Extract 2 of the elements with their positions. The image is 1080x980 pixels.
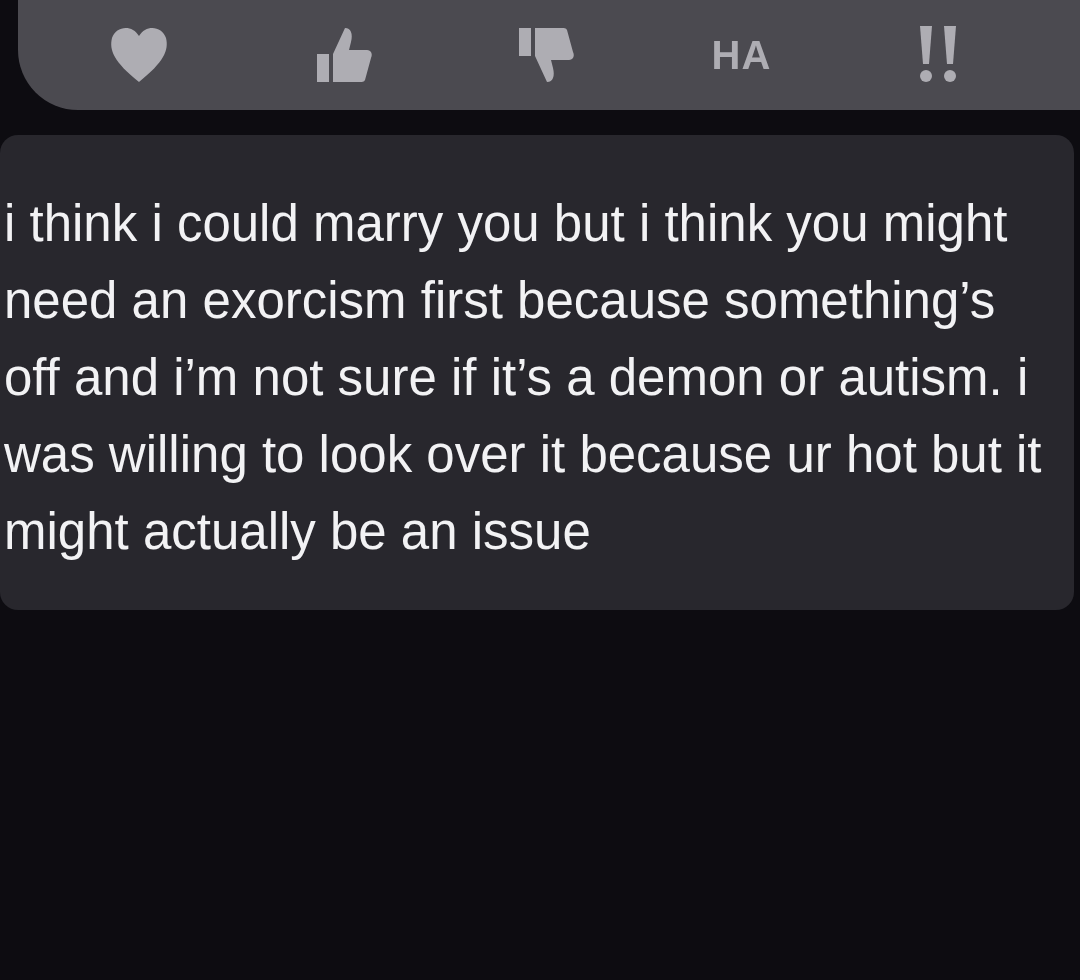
haha-reaction[interactable]: HA (711, 32, 772, 78)
message-text: i think i could marry you but i think you might need an exorcism first because something’s off and i’m not sure if it’s a demon or autism. i was willing to look over it because ur hot but it might actually be an issue (4, 194, 1043, 562)
